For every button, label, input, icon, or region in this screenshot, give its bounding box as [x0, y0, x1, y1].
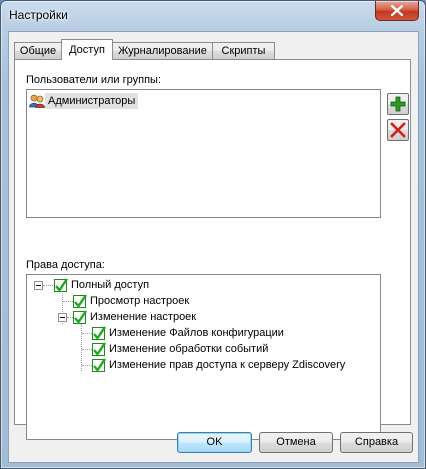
- list-item-label: Администраторы: [45, 93, 139, 109]
- tree-item-full-access[interactable]: Полный доступ: [71, 277, 149, 293]
- dialog-client: Общие Доступ Журналирование Скрипты Поль…: [8, 31, 419, 463]
- tree-checkbox[interactable]: [73, 294, 87, 308]
- rights-tree[interactable]: Полный доступ Просмотр настроек Изменени…: [26, 274, 381, 440]
- checkmark-icon: [93, 326, 106, 340]
- checkmark-icon: [55, 278, 68, 292]
- cross-red-icon: [390, 122, 406, 138]
- window-title: Настройки: [9, 8, 68, 22]
- close-button[interactable]: [375, 1, 419, 21]
- checkmark-icon: [93, 342, 106, 356]
- rights-label: Права доступа:: [26, 259, 105, 271]
- tree-item-change-settings[interactable]: Изменение настроек: [90, 309, 196, 325]
- tree-item-change-event-handling[interactable]: Изменение обработки событий: [109, 341, 268, 357]
- tree-item-change-config-files[interactable]: Изменение Файлов конфигурации: [109, 325, 284, 341]
- tree-connector: [81, 323, 83, 371]
- remove-user-button[interactable]: [387, 119, 409, 141]
- ok-button[interactable]: OK: [177, 432, 252, 453]
- tree-connector: [63, 301, 73, 303]
- tree-checkbox[interactable]: [73, 310, 87, 324]
- users-list[interactable]: Администраторы: [26, 89, 381, 218]
- cancel-button[interactable]: Отмена: [259, 432, 333, 453]
- tree-connector: [43, 285, 53, 287]
- tree-item-view-settings[interactable]: Просмотр настроек: [90, 293, 189, 309]
- users-group-icon: [29, 94, 45, 108]
- tree-checkbox[interactable]: [92, 342, 106, 356]
- tree-connector: [82, 365, 92, 367]
- tree-checkbox[interactable]: [92, 358, 106, 372]
- title-bar[interactable]: Настройки: [1, 1, 425, 31]
- tab-scripts[interactable]: Скрипты: [212, 42, 275, 59]
- tree-checkbox[interactable]: [92, 326, 106, 340]
- tab-logging[interactable]: Журналирование: [112, 42, 213, 59]
- tree-connector: [82, 333, 92, 335]
- collapse-toggle[interactable]: [58, 313, 67, 322]
- settings-dialog: Настройки Общие Доступ Журналирование Ск…: [0, 0, 426, 469]
- tab-access[interactable]: Доступ: [61, 39, 113, 60]
- tab-general[interactable]: Общие: [14, 42, 62, 59]
- tree-checkbox[interactable]: [54, 278, 68, 292]
- collapse-toggle[interactable]: [34, 281, 43, 290]
- tree-item-change-server-access[interactable]: Изменение прав доступа к серверу Zdiscov…: [109, 357, 345, 373]
- plus-green-icon: [390, 96, 406, 112]
- checkmark-icon: [74, 294, 87, 308]
- checkmark-icon: [74, 310, 87, 324]
- close-icon: [391, 5, 403, 16]
- add-user-button[interactable]: [387, 93, 409, 115]
- help-button[interactable]: Справка: [340, 432, 413, 453]
- access-tab-panel: Пользователи или группы: Администраторы: [14, 59, 411, 440]
- users-label: Пользователи или группы:: [26, 74, 161, 86]
- tree-connector: [82, 349, 92, 351]
- checkmark-icon: [93, 358, 106, 372]
